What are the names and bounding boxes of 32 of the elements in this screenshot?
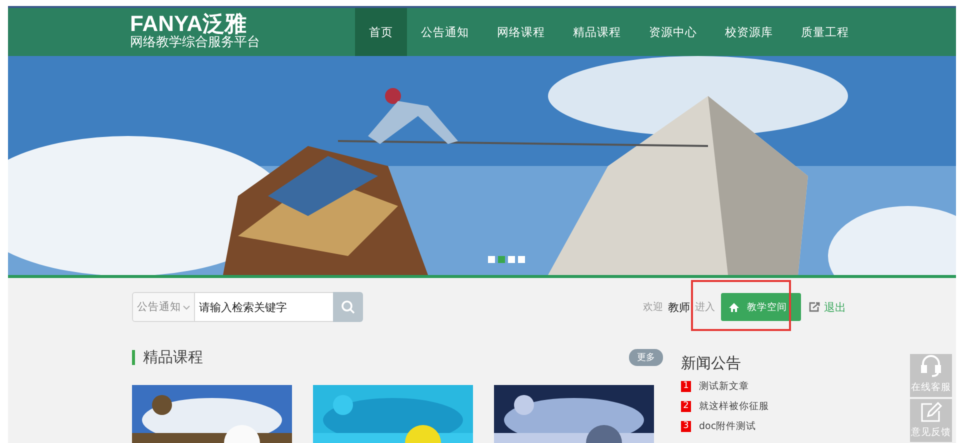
search-icon: [341, 300, 355, 314]
home-icon: [729, 302, 739, 312]
nav-tab[interactable]: 资源中心: [635, 8, 711, 56]
nav-tab[interactable]: 公告通知: [407, 8, 483, 56]
nav-tab[interactable]: 校资源库: [711, 8, 787, 56]
rank-badge: 2: [681, 401, 691, 412]
nav-tab[interactable]: 网络课程: [483, 8, 559, 56]
category-select[interactable]: 公告通知: [132, 292, 195, 322]
caret-icon: [183, 304, 190, 310]
logo-brand: FANYA泛雅: [130, 13, 248, 35]
welcome-text: 欢迎: [643, 300, 663, 314]
nav-tab[interactable]: 精品课程: [559, 8, 635, 56]
edit-icon: [920, 401, 942, 423]
news-link[interactable]: 就这样被你征服: [699, 400, 769, 413]
rank-badge: 3: [681, 421, 691, 432]
logout-icon: [809, 302, 820, 312]
user-name: 教师: [668, 300, 690, 314]
enter-text: 进入: [695, 300, 715, 314]
nav-tab[interactable]: 首页: [355, 8, 407, 56]
logout-link[interactable]: 退出: [809, 300, 846, 314]
rank-badge: 1: [681, 381, 691, 392]
search-field[interactable]: 请输入检索关键字: [195, 292, 333, 322]
logo-subtitle: 网络教学综合服务平台: [130, 35, 261, 51]
headset-icon: [920, 354, 942, 378]
section-title: 精品课程: [132, 350, 203, 364]
section-title: 新闻公告: [681, 354, 742, 373]
teaching-space-button[interactable]: 教学空间: [721, 293, 801, 321]
more-button[interactable]: 更多: [629, 348, 663, 366]
news-link[interactable]: 测试新文章: [699, 380, 749, 393]
nav-tab[interactable]: 质量工程: [787, 8, 863, 56]
news-link[interactable]: doc附件测试: [699, 420, 756, 433]
search-button[interactable]: [333, 292, 363, 322]
